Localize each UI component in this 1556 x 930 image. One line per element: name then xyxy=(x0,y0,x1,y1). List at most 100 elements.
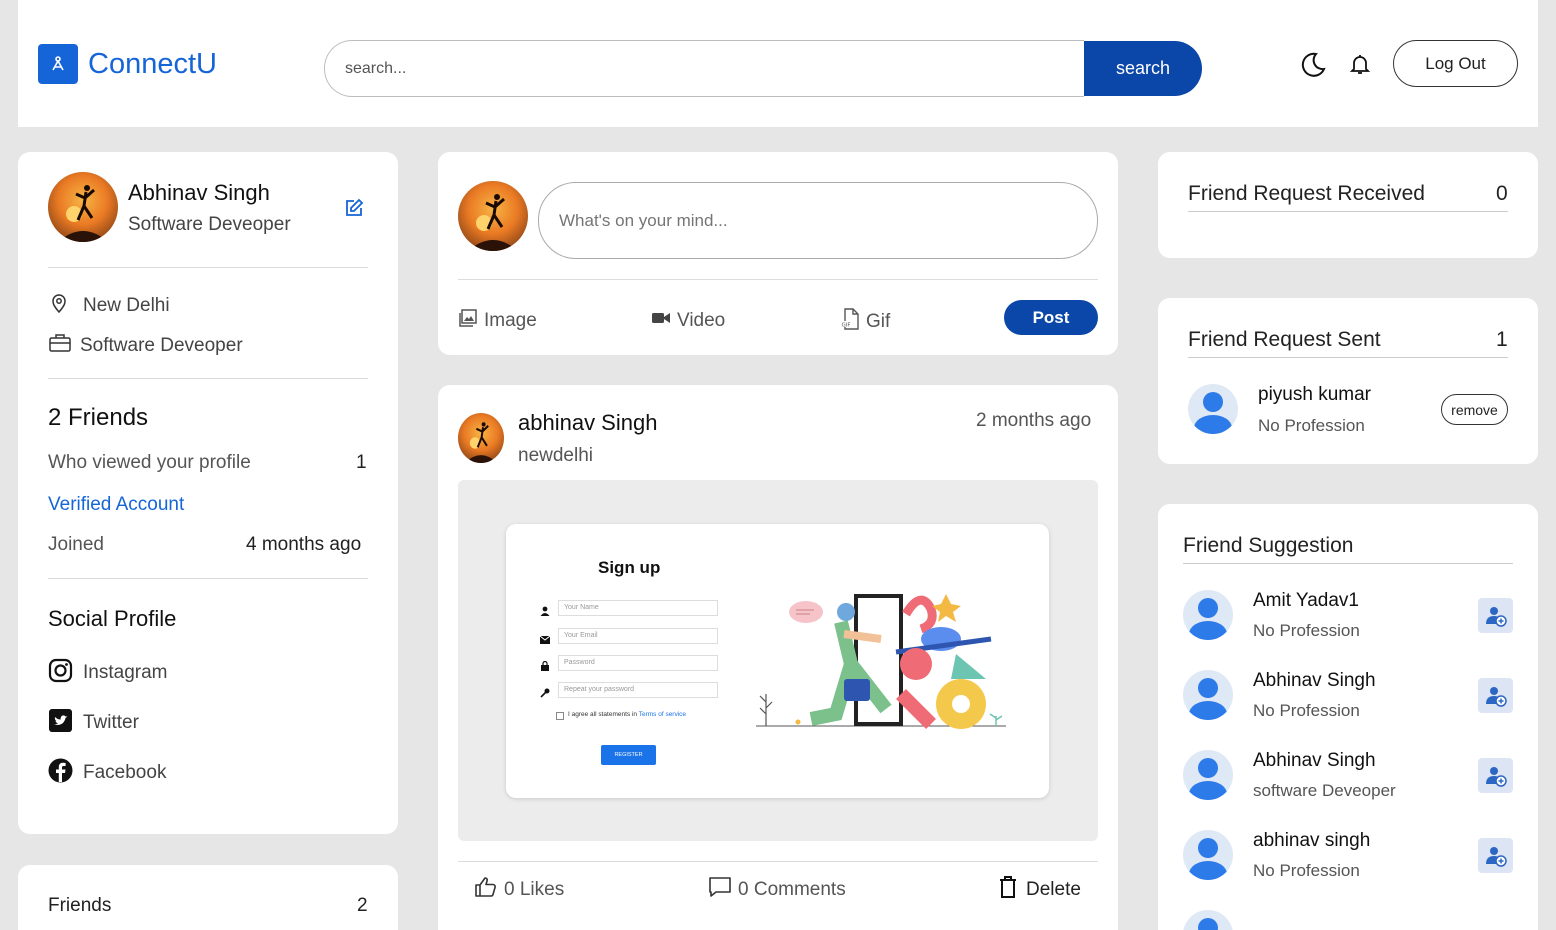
sent-request-profession: No Profession xyxy=(1258,416,1365,435)
friend-requests-received-card: Friend Request Received 0 xyxy=(1158,152,1538,258)
suggestion-name[interactable]: Abhinav Singh xyxy=(1253,750,1376,772)
app-name: ConnectU xyxy=(88,47,217,80)
suggestion-name[interactable]: Amit Yadav1 xyxy=(1253,590,1359,612)
social-link-facebook[interactable]: Facebook xyxy=(48,758,166,788)
app-logo[interactable]: ConnectU xyxy=(38,44,217,84)
add-friend-button[interactable] xyxy=(1478,598,1513,633)
briefcase-icon xyxy=(48,332,72,359)
likes-count: 0 Likes xyxy=(504,878,565,900)
verified-account-link[interactable]: Verified Account xyxy=(48,494,184,516)
top-bar: ConnectU search Log Out xyxy=(18,0,1538,127)
post-card: abhinav Singh newdelhi 2 months ago Sign… xyxy=(438,385,1118,930)
search-bar: search xyxy=(324,40,1202,97)
friend-requests-sent-card: Friend Request Sent 1 piyush kumar No Pr… xyxy=(1158,298,1538,464)
suggestion-name[interactable]: abhinav singh xyxy=(1253,830,1370,852)
add-video-button[interactable]: Video xyxy=(651,308,725,333)
sent-request-name[interactable]: piyush kumar xyxy=(1258,384,1371,406)
suggestion-profession: software Deveoper xyxy=(1253,781,1396,800)
friend-suggestions-card: Friend Suggestion Amit Yadav1 No Profess… xyxy=(1158,504,1538,930)
requests-received-count: 0 xyxy=(1496,182,1508,205)
joined-label: Joined xyxy=(48,534,104,555)
twitter-label: Twitter xyxy=(83,712,139,733)
instagram-icon xyxy=(48,658,73,688)
avatar[interactable] xyxy=(1183,910,1233,930)
post-image[interactable]: Sign up Your Name Your Email Password Re… xyxy=(458,480,1098,841)
post-timestamp: 2 months ago xyxy=(976,410,1092,431)
signup-mockup: Sign up Your Name Your Email Password Re… xyxy=(506,524,1049,798)
search-button[interactable]: search xyxy=(1084,41,1202,96)
add-user-icon xyxy=(1485,766,1507,787)
profile-card: Abhinav Singh Software Deveoper New Delh… xyxy=(18,152,398,834)
facebook-icon xyxy=(48,758,73,788)
profile-location: New Delhi xyxy=(83,294,170,316)
logout-button[interactable]: Log Out xyxy=(1393,40,1518,87)
delete-post-button[interactable]: Delete xyxy=(998,875,1081,904)
instagram-label: Instagram xyxy=(83,662,168,683)
video-camera-icon xyxy=(651,308,671,333)
add-user-icon xyxy=(1485,846,1507,867)
avatar[interactable] xyxy=(1183,590,1233,640)
remove-request-button[interactable]: remove xyxy=(1441,394,1508,425)
add-friend-button[interactable] xyxy=(1478,678,1513,713)
add-image-button[interactable]: Image xyxy=(458,308,537,333)
requests-received-label: Friend Request Received xyxy=(1188,182,1425,205)
post-author-name[interactable]: abhinav Singh xyxy=(518,410,657,436)
friends-count: 2 Friends xyxy=(48,404,149,431)
edit-icon[interactable] xyxy=(344,198,364,223)
avatar[interactable] xyxy=(1188,384,1238,434)
suggestions-label: Friend Suggestion xyxy=(1183,534,1354,557)
repeat-password-field: Repeat your password xyxy=(558,682,718,698)
comments-count: 0 Comments xyxy=(738,878,846,900)
social-link-twitter[interactable]: Twitter xyxy=(48,708,139,738)
profile-avatar[interactable] xyxy=(48,172,118,242)
post-author-avatar[interactable] xyxy=(458,413,504,463)
your-email-field: Your Email xyxy=(558,628,718,644)
social-link-instagram[interactable]: Instagram xyxy=(48,658,167,688)
agree-text: I agree all statements in Terms of servi… xyxy=(568,711,687,718)
avatar[interactable] xyxy=(1183,670,1233,720)
comment-icon xyxy=(708,875,732,904)
suggestion-profession: No Profession xyxy=(1253,861,1360,880)
thumbs-up-icon xyxy=(474,875,498,904)
add-gif-button[interactable]: GIF Gif xyxy=(840,308,890,335)
illustration xyxy=(756,584,1016,739)
avatar[interactable] xyxy=(1183,750,1233,800)
logo-icon xyxy=(38,44,78,84)
post-button[interactable]: Post xyxy=(1004,300,1098,335)
add-friend-button[interactable] xyxy=(1478,758,1513,793)
comment-button[interactable]: 0 Comments xyxy=(708,875,846,904)
post-location: newdelhi xyxy=(518,445,593,466)
add-user-icon xyxy=(1485,686,1507,707)
gif-label: Gif xyxy=(866,310,891,332)
moon-icon[interactable] xyxy=(1299,50,1327,83)
suggestion-profession: No Profession xyxy=(1253,621,1360,640)
facebook-label: Facebook xyxy=(83,762,167,783)
avatar[interactable] xyxy=(1183,830,1233,880)
email-icon xyxy=(539,631,551,649)
social-profile-title: Social Profile xyxy=(48,606,177,631)
suggestion-name[interactable]: Abhinav Singh xyxy=(1253,670,1376,692)
compose-avatar xyxy=(458,181,528,251)
agree-checkbox xyxy=(556,712,564,720)
friends-label: Friends xyxy=(48,895,112,916)
key-icon xyxy=(540,685,550,703)
like-button[interactable]: 0 Likes xyxy=(474,875,564,904)
add-user-icon xyxy=(1485,606,1507,627)
twitter-icon xyxy=(48,708,73,738)
search-input[interactable] xyxy=(324,40,1084,97)
your-name-field: Your Name xyxy=(558,600,718,616)
requests-sent-count: 1 xyxy=(1496,328,1508,351)
friends-card-count: 2 xyxy=(357,895,368,916)
profile-occupation: Software Deveoper xyxy=(80,334,243,356)
image-icon xyxy=(458,308,478,333)
image-label: Image xyxy=(484,309,537,331)
suggestion-profession: No Profession xyxy=(1253,701,1360,720)
profile-name: Abhinav Singh xyxy=(128,180,270,205)
lock-icon xyxy=(540,658,550,676)
svg-text:GIF: GIF xyxy=(842,323,851,329)
compose-input[interactable] xyxy=(538,182,1098,259)
bell-icon[interactable] xyxy=(1348,52,1372,81)
add-friend-button[interactable] xyxy=(1478,838,1513,873)
trash-icon xyxy=(998,875,1018,904)
signup-title: Sign up xyxy=(598,558,661,577)
